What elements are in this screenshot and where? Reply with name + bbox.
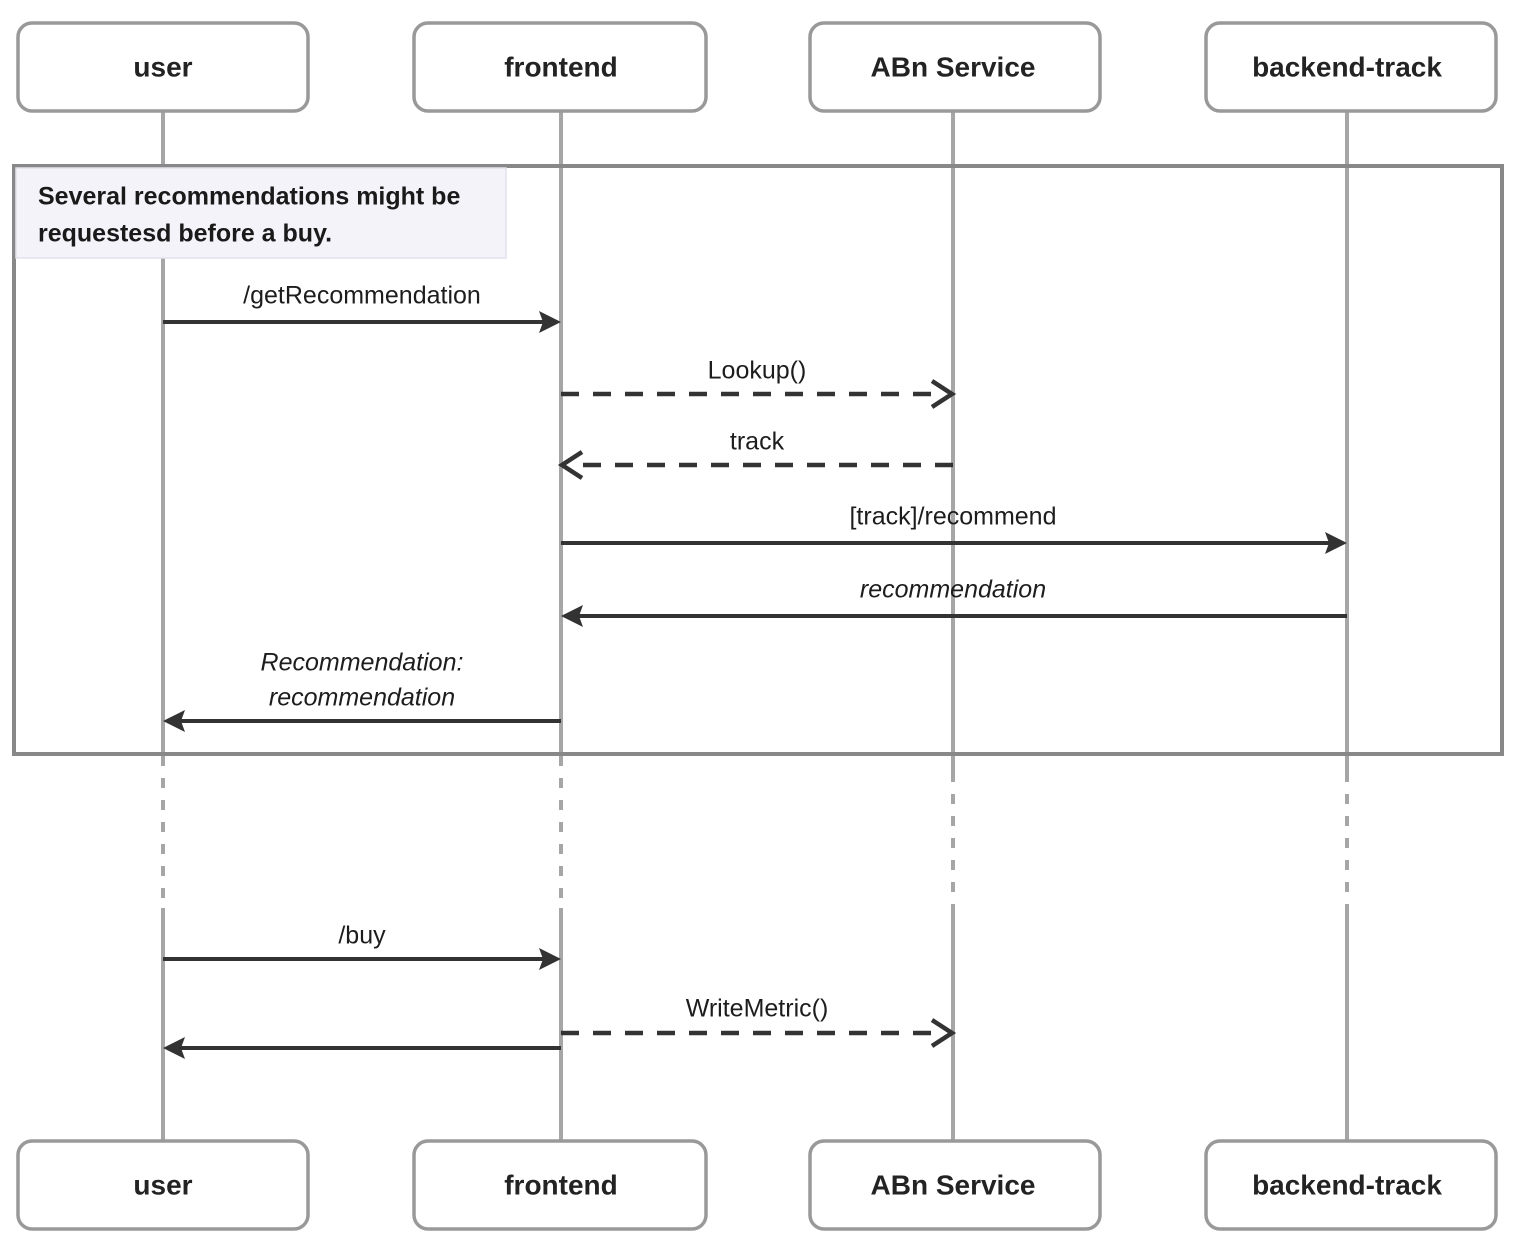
message-write-metric: WriteMetric() (561, 995, 957, 1048)
message-get-recommendation: /getRecommendation (163, 282, 561, 333)
participant-label-bottom-frontend: frontend (504, 1169, 618, 1200)
note-line-2: requestesd before a buy. (38, 220, 332, 248)
arrow-head-track (557, 450, 584, 480)
participant-label-top-backend-track: backend-track (1252, 51, 1442, 82)
lifelines (161, 110, 1349, 1140)
participant-label-bottom-backend-track: backend-track (1252, 1169, 1442, 1200)
participant-bottom-user[interactable]: user (16, 1139, 310, 1231)
participant-label-bottom-user: user (133, 1169, 192, 1200)
participant-bottom-abn-service[interactable]: ABn Service (808, 1139, 1102, 1231)
message-lookup: Lookup() (561, 357, 957, 409)
note-box: Several recommendations might be request… (15, 167, 507, 259)
participant-label-top-abn-service: ABn Service (871, 51, 1036, 82)
participant-top-frontend[interactable]: frontend (412, 21, 708, 113)
participant-top-user[interactable]: user (16, 21, 310, 113)
message-label-recommend: [track]/recommend (849, 503, 1056, 531)
message-label-write-metric: WriteMetric() (686, 995, 829, 1023)
message-recommendation-to-user: Recommendation: recommendation (163, 649, 561, 732)
message-label-track: track (730, 428, 785, 456)
participant-top-backend-track[interactable]: backend-track (1204, 21, 1498, 113)
message-label-buy: /buy (338, 922, 386, 950)
message-label-recommendation-to-user-line1: Recommendation: (261, 649, 464, 677)
note-line-1: Several recommendations might be (38, 183, 460, 211)
participant-label-top-frontend: frontend (504, 51, 618, 82)
message-label-recommendation-return: recommendation (860, 576, 1046, 604)
message-track: track (557, 428, 953, 480)
message-label-lookup: Lookup() (708, 357, 807, 385)
participant-bottom-frontend[interactable]: frontend (412, 1139, 708, 1231)
message-buy-return (163, 1037, 561, 1059)
sequence-diagram-canvas: Several recommendations might be request… (0, 0, 1520, 1258)
message-buy: /buy (163, 922, 561, 970)
arrow-head-write-metric (930, 1018, 957, 1048)
participant-label-bottom-abn-service: ABn Service (871, 1169, 1036, 1200)
participant-bottom-backend-track[interactable]: backend-track (1204, 1139, 1498, 1231)
participants-bottom: user frontend ABn Service backend-track (16, 1139, 1498, 1231)
message-label-get-recommendation: /getRecommendation (243, 282, 481, 310)
participant-label-top-user: user (133, 51, 192, 82)
participants-top: user frontend ABn Service backend-track (16, 21, 1498, 113)
participant-top-abn-service[interactable]: ABn Service (808, 21, 1102, 113)
message-label-recommendation-to-user-line2: recommendation (269, 684, 455, 712)
arrow-head-lookup (930, 379, 957, 409)
